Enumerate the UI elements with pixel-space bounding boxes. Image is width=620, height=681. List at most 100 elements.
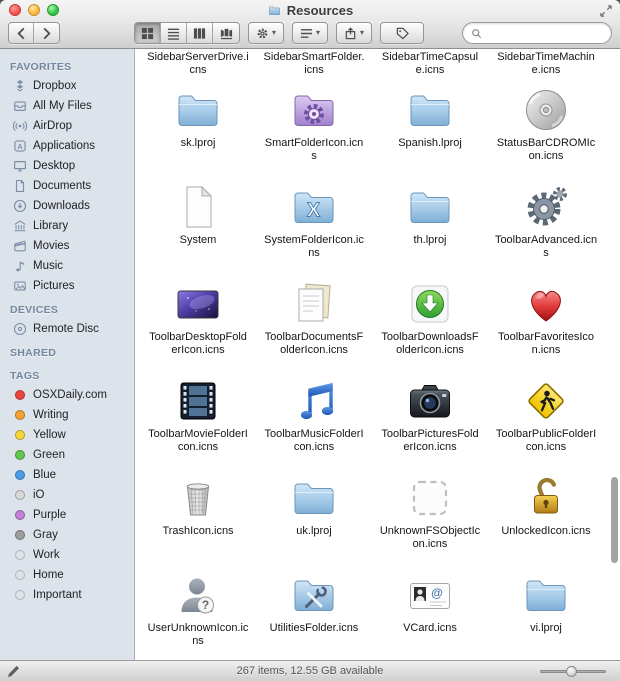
file-label: ToolbarDownloadsFolderIcon.icns — [379, 331, 482, 357]
file-item[interactable]: ToolbarAdvanced.icns — [488, 176, 604, 273]
file-label: ToolbarDesktopFolderIcon.icns — [147, 331, 250, 357]
file-item[interactable]: SidebarTimeCapsule.icns — [372, 51, 488, 79]
sidebar-item-music[interactable]: Music — [0, 256, 134, 276]
file-item[interactable]: ToolbarMovieFolderIcon.icns — [140, 370, 256, 467]
cdrom-icon — [522, 86, 570, 134]
file-grid: sk.lproj SmartFolderIcon.icnsSpanish.lpro… — [135, 79, 620, 660]
arrange-menu[interactable]: ▾ — [292, 22, 328, 44]
sidebar-item-all-my-files[interactable]: All My Files — [0, 96, 134, 116]
file-item[interactable]: System — [140, 176, 256, 273]
slider-knob[interactable] — [566, 666, 577, 677]
file-item[interactable]: UnlockedIcon.icns — [488, 467, 604, 564]
sidebar-item-documents[interactable]: Documents — [0, 176, 134, 196]
tag-color-dot — [15, 570, 25, 580]
icon-view-button[interactable] — [135, 23, 161, 43]
content-area: SidebarServerDrive.icnsSidebarSmartFolde… — [135, 49, 620, 660]
view-mode-switcher — [134, 22, 240, 44]
title-bar[interactable]: Resources — [0, 0, 620, 21]
file-item[interactable]: SidebarSmartFolder.icns — [256, 51, 372, 79]
file-item[interactable]: SidebarServerDrive.icns — [140, 51, 256, 79]
sidebar-item-remote-disc[interactable]: Remote Disc — [0, 319, 134, 339]
fullscreen-icon[interactable] — [600, 4, 614, 18]
finder-window: Resources ▾ ▾ — [0, 0, 620, 681]
file-label: ToolbarPublicFolderIcon.icns — [495, 428, 598, 454]
file-item[interactable]: th.lproj — [372, 176, 488, 273]
folder-icon — [267, 4, 282, 17]
file-item[interactable]: ToolbarDesktopFolderIcon.icns — [140, 273, 256, 370]
action-menu[interactable]: ▾ — [248, 22, 284, 44]
file-item[interactable]: SidebarTimeMachine.icns — [488, 51, 604, 79]
file-item[interactable]: XSystemFolderIcon.icns — [256, 176, 372, 273]
sidebar-item-downloads[interactable]: Downloads — [0, 196, 134, 216]
pictures-icon — [13, 279, 27, 293]
file-item[interactable]: UtilitiesFolder.icns — [256, 564, 372, 660]
sidebar-item-home[interactable]: Home — [0, 565, 134, 585]
icon-size-slider[interactable] — [540, 661, 606, 681]
search-input[interactable] — [486, 27, 603, 39]
file-item[interactable]: @VCard.icns — [372, 564, 488, 660]
file-item[interactable]: SmartFolderIcon.icns — [256, 79, 372, 176]
file-item[interactable]: ToolbarPicturesFolderIcon.icns — [372, 370, 488, 467]
file-item[interactable]: Spanish.lproj — [372, 79, 488, 176]
file-item[interactable]: UnknownFSObjectIcon.icns — [372, 467, 488, 564]
file-label: StatusBarCDROMIcon.icns — [495, 137, 598, 163]
window-title-text: Resources — [287, 3, 353, 18]
sidebar-item-label: iO — [33, 489, 45, 501]
file-label: UtilitiesFolder.icns — [270, 622, 359, 635]
sidebar-item-pictures[interactable]: Pictures — [0, 276, 134, 296]
window-title: Resources — [0, 0, 620, 21]
list-view-button[interactable] — [161, 23, 187, 43]
file-item[interactable]: ToolbarFavoritesIcon.icns — [488, 273, 604, 370]
sidebar-item-green[interactable]: Green — [0, 445, 134, 465]
sidebar-item-writing[interactable]: Writing — [0, 405, 134, 425]
file-item[interactable]: uk.lproj — [256, 467, 372, 564]
sidebar-item-dropbox[interactable]: Dropbox — [0, 76, 134, 96]
search-field[interactable] — [462, 22, 612, 44]
sidebar-item-important[interactable]: Important — [0, 585, 134, 605]
sidebar-item-osxdaily-com[interactable]: OSXDaily.com — [0, 385, 134, 405]
sidebar-item-io[interactable]: iO — [0, 485, 134, 505]
file-item[interactable]: ?UserUnknownIcon.icns — [140, 564, 256, 660]
coverflow-view-button[interactable] — [213, 23, 239, 43]
back-button[interactable] — [9, 23, 34, 43]
sidebar-item-yellow[interactable]: Yellow — [0, 425, 134, 445]
tag-color-dot — [15, 390, 25, 400]
file-item[interactable]: ToolbarDocumentsFolderIcon.icns — [256, 273, 372, 370]
unknown-icon — [406, 474, 454, 522]
file-item[interactable]: ToolbarPublicFolderIcon.icns — [488, 370, 604, 467]
file-item[interactable]: ToolbarMusicFolderIcon.icns — [256, 370, 372, 467]
sidebar-item-label: Documents — [33, 180, 91, 192]
sidebar-item-blue[interactable]: Blue — [0, 465, 134, 485]
sidebar-item-desktop[interactable]: Desktop — [0, 156, 134, 176]
tag-color-dot — [15, 510, 25, 520]
sidebar-item-movies[interactable]: Movies — [0, 236, 134, 256]
sidebar-item-library[interactable]: Library — [0, 216, 134, 236]
unlocked-icon — [522, 474, 570, 522]
remote-disc-icon — [13, 322, 27, 336]
film-icon — [174, 377, 222, 425]
sidebar-item-gray[interactable]: Gray — [0, 525, 134, 545]
file-label: SmartFolderIcon.icns — [263, 137, 366, 163]
sidebar-item-label: Gray — [33, 529, 58, 541]
file-item[interactable]: sk.lproj — [140, 79, 256, 176]
share-icon — [344, 27, 357, 40]
sidebar-item-work[interactable]: Work — [0, 545, 134, 565]
file-item[interactable]: vi.lproj — [488, 564, 604, 660]
sidebar-item-applications[interactable]: AApplications — [0, 136, 134, 156]
share-menu[interactable]: ▾ — [336, 22, 372, 44]
sidebar-section-favorites: FAVORITES — [0, 53, 134, 76]
trash-icon — [174, 474, 222, 522]
folder-icon — [290, 474, 338, 522]
column-view-button[interactable] — [187, 23, 213, 43]
sidebar-item-label: OSXDaily.com — [33, 389, 107, 401]
vcard-icon: @ — [406, 571, 454, 619]
file-item[interactable]: StatusBarCDROMIcon.icns — [488, 79, 604, 176]
svg-text:X: X — [307, 200, 321, 222]
file-item[interactable]: ToolbarDownloadsFolderIcon.icns — [372, 273, 488, 370]
sidebar-item-purple[interactable]: Purple — [0, 505, 134, 525]
sidebar-item-airdrop[interactable]: AirDrop — [0, 116, 134, 136]
forward-button[interactable] — [34, 23, 59, 43]
file-item[interactable]: TrashIcon.icns — [140, 467, 256, 564]
tags-button[interactable] — [380, 22, 424, 44]
vertical-scrollbar-thumb[interactable] — [611, 477, 618, 563]
